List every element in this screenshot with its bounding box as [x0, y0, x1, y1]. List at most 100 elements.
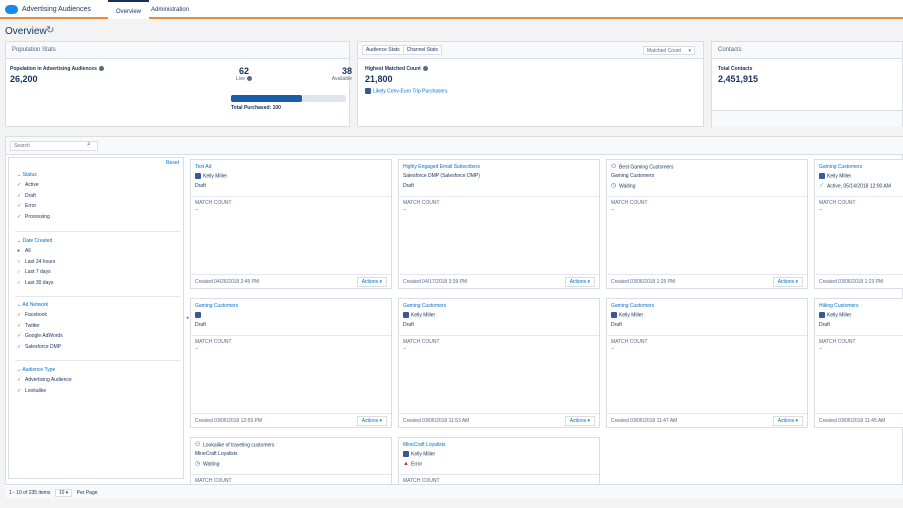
- audience-card[interactable]: ⚇ Best Gaming Customers Gaming Customers …: [606, 159, 808, 289]
- filter-date-24h[interactable]: ○ Last 24 hours: [17, 259, 55, 270]
- filter-network-twitter[interactable]: ✓ Twitter: [17, 323, 63, 334]
- contacts-panel: Contacts Total Contacts 2,451,915: [711, 41, 903, 127]
- match-count-value: --: [195, 346, 199, 352]
- filter-status: ⌄ Status ✓ Active ✓ Draft ✓ Error ✓ Processi…: [17, 172, 50, 224]
- filter-type-advertising[interactable]: ✓ Advertising Audience: [17, 377, 72, 388]
- match-count-label: MATCH COUNT: [819, 200, 856, 206]
- audience-card[interactable]: Hiking Customers Kelly Miller Draft MATC…: [814, 298, 903, 428]
- filter-status-error[interactable]: ✓ Error: [17, 203, 50, 214]
- filter-label: Draft: [25, 192, 36, 199]
- chevron-down-icon: ▾: [65, 490, 69, 496]
- filter-network-title: Ad Network: [22, 302, 49, 308]
- check-icon: ✓: [17, 333, 22, 339]
- filter-type-title: Audience Type: [22, 367, 56, 373]
- search-icon[interactable]: ⌕: [87, 141, 91, 149]
- facebook-icon: [819, 173, 825, 179]
- filter-status-active[interactable]: ✓ Active: [17, 182, 50, 193]
- filters-panel: Reset ⌄ Status ✓ Active ✓ Draft ✓ Error ✓ Pr…: [8, 157, 184, 479]
- matched-count-select[interactable]: Matched Count ▾: [643, 46, 695, 55]
- refresh-icon[interactable]: ↻: [46, 25, 54, 36]
- actions-button[interactable]: Actions ▾: [356, 416, 387, 426]
- filter-date-all[interactable]: ● All: [17, 248, 55, 259]
- filter-type-lookalike[interactable]: ✓ Lookalike: [17, 388, 72, 399]
- card-title[interactable]: Hiking Customers: [819, 303, 858, 309]
- card-status: Draft: [403, 183, 414, 189]
- card-created: Created 03/06/2018 11:47 AM: [611, 418, 678, 424]
- audience-card[interactable]: Gaming Customers Draft MATCH COUNT -- Cr…: [190, 298, 392, 428]
- filter-ad-network: ⌄ Ad Network ✓ Facebook ✓ Twitter ✓ Google …: [17, 302, 63, 354]
- card-title[interactable]: Gaming Customers: [819, 164, 862, 170]
- total-contacts-label: Total Contacts: [718, 66, 753, 72]
- filter-network-facebook[interactable]: ✓ Facebook: [17, 312, 63, 323]
- actions-button[interactable]: Actions ▾: [564, 416, 595, 426]
- app-name: Advertising Audiences: [22, 6, 91, 13]
- card-status: Waiting: [203, 461, 220, 468]
- tab-administration[interactable]: Administration: [143, 0, 197, 19]
- filter-label: All: [25, 248, 31, 254]
- info-icon[interactable]: [247, 76, 253, 82]
- match-count-value: --: [403, 346, 407, 352]
- filter-type-toggle[interactable]: ⌄ Audience Type: [17, 367, 72, 373]
- contacts-header: Contacts: [712, 42, 902, 59]
- population-stats-header: Population Stats: [6, 42, 349, 59]
- card-title[interactable]: Highly Engaged Email Subscribers: [403, 164, 480, 170]
- filter-network-sfdmp[interactable]: ✓ Salesforce DMP: [17, 344, 63, 355]
- card-network: Salesforce DMP (Salesforce DMP): [403, 173, 480, 179]
- audience-card[interactable]: MineCraft Loyalists Kelly Miller ▲ Error …: [398, 437, 600, 484]
- filter-status-processing[interactable]: ✓ Processing: [17, 214, 50, 225]
- radio-selected-icon: ●: [17, 248, 21, 254]
- check-icon: ✓: [17, 213, 22, 220]
- info-icon[interactable]: [98, 66, 104, 71]
- per-page-value: 10: [58, 490, 65, 496]
- audience-card[interactable]: Gaming Customers Kelly Miller ✓ Active, 0…: [814, 159, 903, 289]
- card-source-link[interactable]: Gaming Customers: [611, 173, 654, 179]
- filter-network-google[interactable]: ✓ Google AdWords: [17, 333, 63, 344]
- filter-date-7d[interactable]: ○ Last 7 days: [17, 269, 55, 280]
- card-title[interactable]: Gaming Customers: [403, 303, 446, 309]
- info-icon[interactable]: [422, 66, 428, 71]
- card-title[interactable]: Gaming Customers: [611, 303, 654, 309]
- salesforce-cloud-icon: [5, 5, 18, 14]
- actions-button[interactable]: Actions ▾: [564, 277, 595, 287]
- audience-card[interactable]: Highly Engaged Email Subscribers Salesfo…: [398, 159, 600, 289]
- filter-label: Last 7 days: [25, 269, 51, 275]
- card-status: Draft: [611, 322, 622, 328]
- filter-date-30d[interactable]: ○ Last 30 days: [17, 280, 55, 291]
- search-input[interactable]: [10, 141, 98, 151]
- audience-card[interactable]: Gaming Customers Kelly Miller Draft MATC…: [398, 298, 600, 428]
- reset-link[interactable]: Reset: [166, 160, 179, 166]
- actions-button[interactable]: Actions ▾: [356, 277, 387, 287]
- match-count-value: --: [611, 207, 615, 213]
- card-source-link[interactable]: MineCraft Loyalists: [195, 451, 238, 457]
- likely-conv-link[interactable]: Likely Conv-Euro Trip Purchasers: [373, 88, 447, 94]
- filter-status-draft[interactable]: ✓ Draft: [17, 193, 50, 204]
- audience-card[interactable]: Gaming Customers Kelly Miller Draft MATC…: [606, 298, 808, 428]
- card-title[interactable]: Best Gaming Customers: [619, 164, 673, 170]
- filter-status-toggle[interactable]: ⌄ Status: [17, 172, 50, 178]
- card-title[interactable]: Gaming Customers: [195, 303, 238, 309]
- collapse-filters-icon[interactable]: ◂: [186, 315, 189, 321]
- audience-card[interactable]: ⚇ Lookalike of traveling customers MineCr…: [190, 437, 392, 484]
- card-status: Draft: [403, 322, 414, 328]
- actions-button[interactable]: Actions ▾: [772, 416, 803, 426]
- tab-audience-stats[interactable]: Audience Stats: [362, 45, 404, 55]
- actions-button[interactable]: Actions ▾: [772, 277, 803, 287]
- filter-network-toggle[interactable]: ⌄ Ad Network: [17, 302, 63, 308]
- tab-channel-stats[interactable]: Channel Stats: [403, 45, 443, 55]
- per-page-select[interactable]: 10 ▾: [54, 489, 73, 497]
- card-status: Draft: [819, 322, 830, 328]
- population-value: 26,200: [10, 74, 38, 85]
- live-label: Live: [235, 76, 246, 82]
- audience-card[interactable]: Test Ad Kelly Miller Draft MATCH COUNT -…: [190, 159, 392, 289]
- card-status: Draft: [195, 183, 206, 189]
- card-title[interactable]: MineCraft Loyalists: [403, 442, 446, 448]
- divider: [191, 196, 391, 197]
- facebook-icon: [403, 312, 409, 318]
- filter-date-toggle[interactable]: ⌄ Date Created: [17, 238, 55, 244]
- filter-date-title: Date Created: [22, 238, 53, 244]
- card-title[interactable]: Test Ad: [195, 164, 211, 170]
- card-title[interactable]: Lookalike of traveling customers: [203, 442, 274, 448]
- filter-label: Lookalike: [25, 387, 47, 394]
- card-created: Created 03/06/2018 1:23 PM: [819, 279, 884, 285]
- match-count-value: --: [195, 207, 199, 213]
